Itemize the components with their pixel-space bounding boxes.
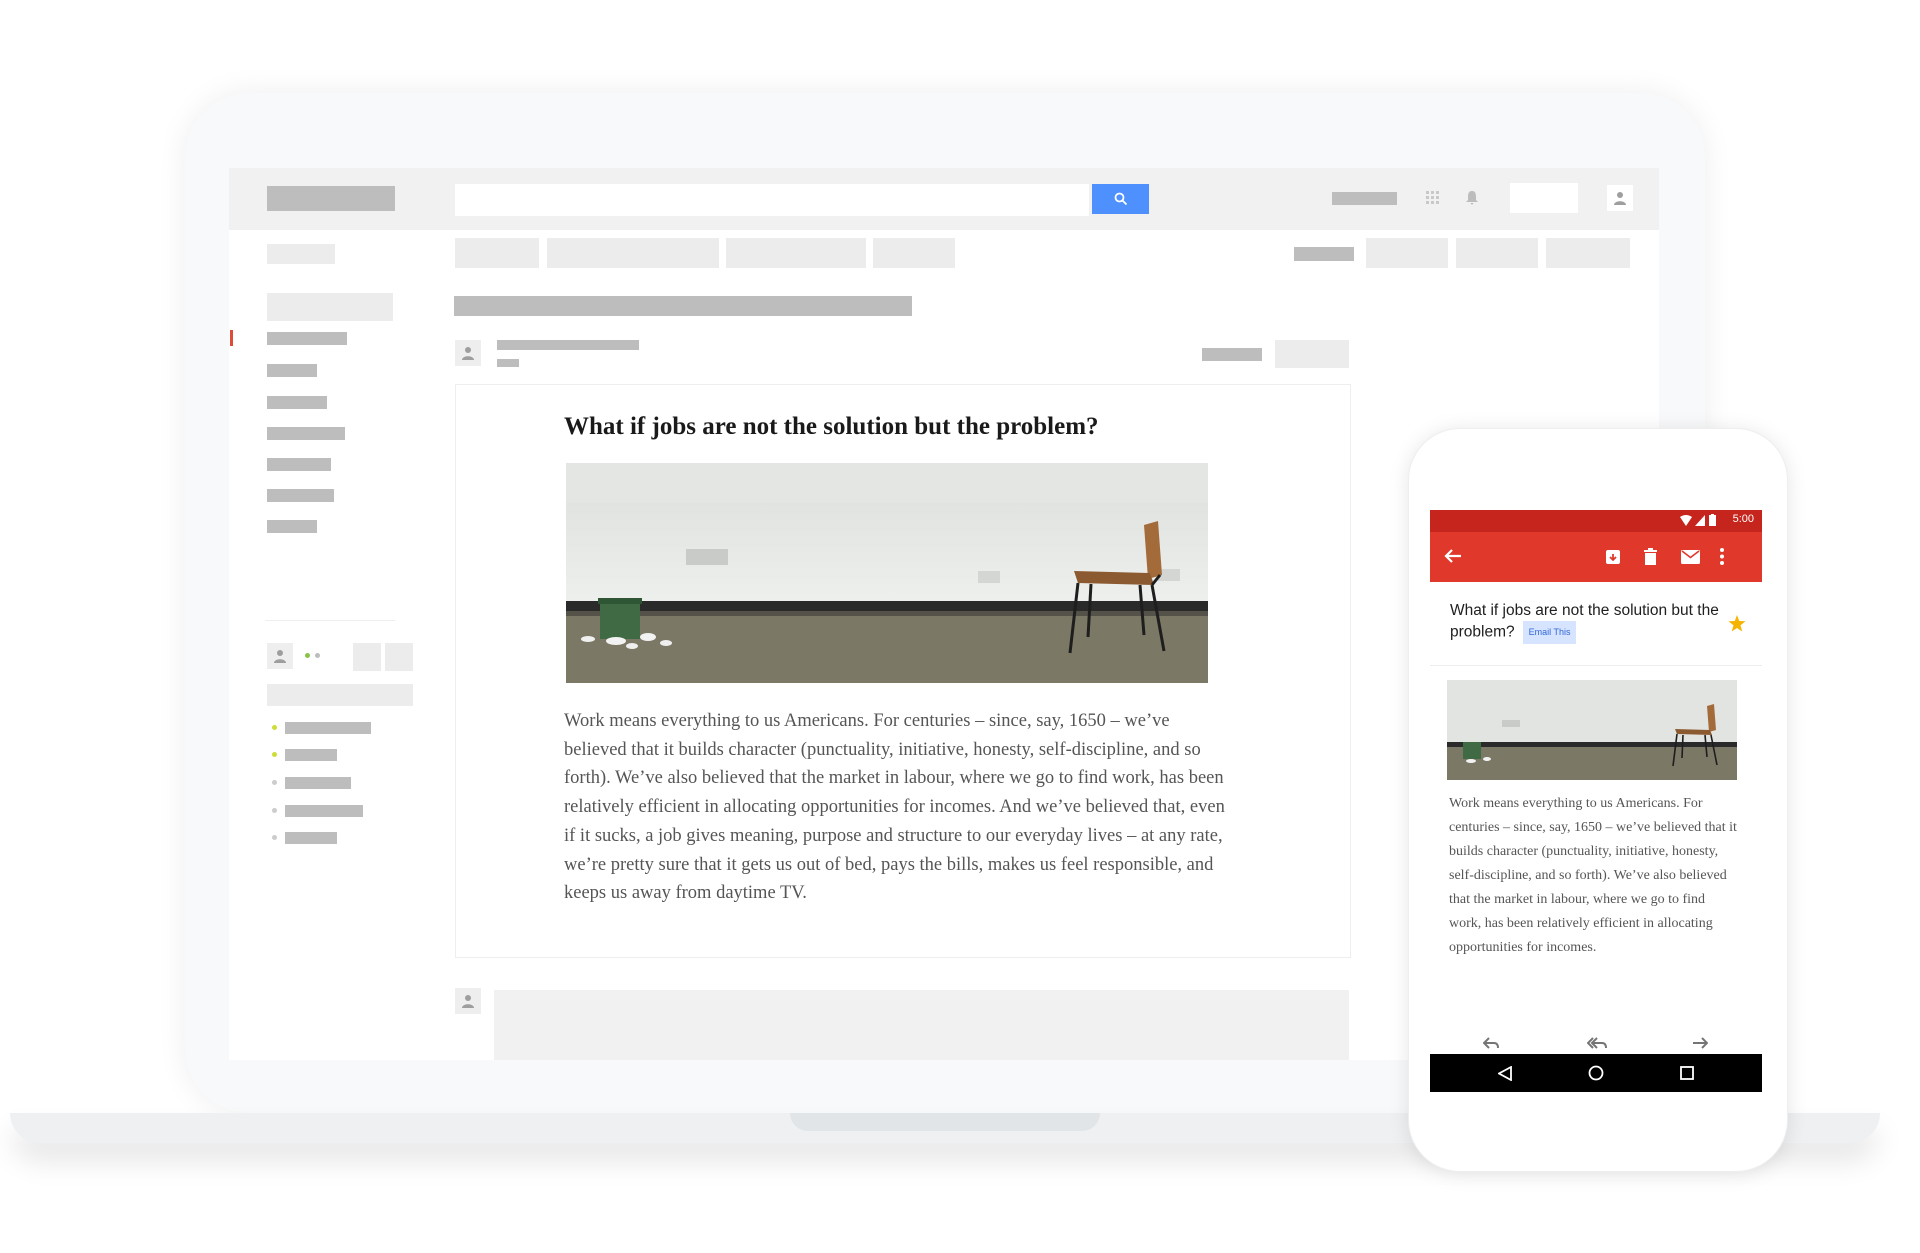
active-indicator (230, 330, 233, 346)
date-placeholder (1202, 348, 1262, 361)
toolbar-button-placeholder[interactable] (1366, 238, 1448, 268)
account-name-placeholder (1332, 192, 1397, 205)
status-dot (315, 653, 320, 658)
nav-home-icon[interactable] (1588, 1065, 1604, 1086)
message-card: What if jobs are not the solution but th… (455, 384, 1351, 958)
search-button[interactable] (1092, 184, 1149, 214)
wifi-icon (1680, 515, 1692, 526)
person-icon (462, 347, 474, 360)
top-bar (229, 168, 1659, 230)
apps-grid-icon[interactable] (1425, 190, 1441, 211)
person-icon (462, 995, 474, 1008)
recipient-placeholder (497, 359, 519, 367)
toolbar-button-placeholder[interactable] (455, 238, 539, 268)
contact-status-dot (272, 725, 277, 730)
contact-status-dot (272, 808, 277, 813)
contact-item[interactable] (285, 777, 351, 789)
contact-item[interactable] (285, 749, 337, 761)
reply-all-icon[interactable] (1586, 1036, 1607, 1054)
compose-placeholder[interactable] (267, 244, 335, 264)
person-icon (1614, 192, 1626, 205)
reply-icon[interactable] (1482, 1036, 1499, 1054)
chat-avatar[interactable] (267, 643, 293, 669)
toolbar-button-placeholder[interactable] (1456, 238, 1538, 268)
nav-recents-icon[interactable] (1680, 1066, 1694, 1085)
sidebar-compose-placeholder[interactable] (267, 293, 393, 321)
bell-icon[interactable] (1465, 190, 1479, 211)
toolbar-button-placeholder[interactable] (873, 238, 955, 268)
sidebar-item[interactable] (267, 458, 331, 471)
message-body: Work means everything to us Americans. F… (564, 711, 1225, 904)
phone-mail-screen: 5:00 What if jobs are not the solution b… (1430, 510, 1762, 1092)
search-icon (1114, 192, 1127, 206)
sidebar-item[interactable] (267, 427, 345, 440)
toolbar-button-placeholder[interactable] (547, 238, 719, 268)
sidebar-divider (265, 620, 395, 621)
phone-status-bar: 5:00 (1430, 510, 1762, 532)
toolbar-button-placeholder[interactable] (1546, 238, 1630, 268)
sender-avatar[interactable] (455, 340, 481, 366)
message-title: What if jobs are not the solution but th… (564, 413, 1099, 440)
phone-app-bar (1430, 532, 1762, 582)
chat-action-placeholder[interactable] (353, 643, 381, 671)
android-nav-bar (1430, 1054, 1762, 1092)
subject-placeholder (454, 296, 912, 316)
sidebar-item[interactable] (267, 396, 327, 409)
chat-action-placeholder[interactable] (385, 643, 413, 671)
reply-avatar[interactable] (455, 988, 481, 1014)
sidebar-item[interactable] (267, 489, 334, 502)
account-switcher-field[interactable] (1510, 183, 1578, 213)
phone-subject: What if jobs are not the solution but th… (1450, 600, 1725, 644)
nav-back-icon[interactable] (1497, 1065, 1512, 1086)
archive-icon[interactable] (1605, 549, 1621, 570)
trash-icon[interactable] (1644, 548, 1657, 570)
logo-placeholder (267, 186, 395, 211)
phone-action-row (1430, 1034, 1762, 1054)
signal-icon (1695, 515, 1705, 526)
battery-icon (1709, 514, 1716, 526)
sidebar-item[interactable] (267, 520, 317, 533)
contact-status-dot (272, 752, 277, 757)
laptop-notch (790, 1113, 1100, 1131)
pagination-placeholder (1294, 247, 1354, 261)
reply-control-placeholder[interactable] (1275, 340, 1349, 368)
contact-item[interactable] (285, 805, 363, 817)
sender-name-placeholder (497, 340, 639, 350)
search-input[interactable] (455, 184, 1089, 216)
toolbar-button-placeholder[interactable] (726, 238, 866, 268)
contact-item[interactable] (285, 722, 371, 734)
person-icon (274, 650, 286, 663)
room-chair-image (1447, 680, 1737, 780)
online-dot (305, 653, 310, 658)
sidebar-item[interactable] (267, 332, 347, 345)
phone-subject-text: What if jobs are not the solution but th… (1450, 602, 1719, 641)
arrow-back-icon[interactable] (1444, 548, 1462, 569)
status-time: 5:00 (1732, 513, 1754, 525)
reply-box[interactable] (494, 990, 1349, 1060)
account-avatar[interactable] (1607, 185, 1633, 211)
star-icon[interactable] (1728, 615, 1746, 637)
room-chair-image (566, 463, 1208, 683)
sidebar-item[interactable] (267, 364, 317, 377)
contact-status-dot (272, 780, 277, 785)
more-vert-icon[interactable] (1720, 548, 1724, 570)
label-chip[interactable]: Email This (1522, 621, 1577, 644)
forward-icon[interactable] (1692, 1036, 1709, 1054)
phone-message-body: Work means everything to us Americans. F… (1449, 796, 1737, 955)
chat-search-placeholder[interactable] (267, 684, 413, 706)
contact-status-dot (272, 835, 277, 840)
phone-divider (1430, 665, 1762, 666)
mail-icon[interactable] (1681, 550, 1700, 569)
contact-item[interactable] (285, 832, 337, 844)
